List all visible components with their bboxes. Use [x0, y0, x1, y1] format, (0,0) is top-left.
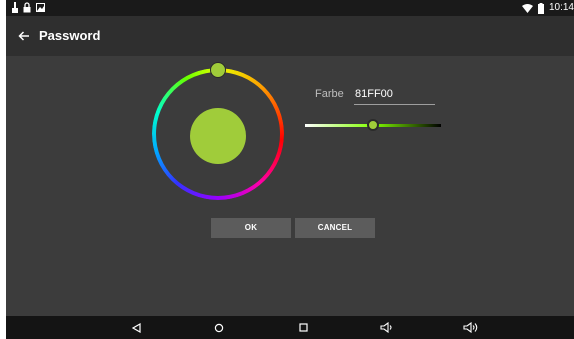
back-triangle-icon: [131, 322, 141, 333]
brightness-slider[interactable]: [305, 118, 441, 134]
arrow-left-icon: [18, 31, 29, 41]
nav-volume-down-button[interactable]: [377, 319, 397, 336]
nav-home-button[interactable]: [209, 319, 229, 336]
wheel-handle[interactable]: [210, 62, 226, 78]
slider-thumb[interactable]: [367, 119, 379, 131]
recents-square-icon: [298, 323, 308, 332]
status-time: 10:14: [548, 2, 574, 13]
home-circle-icon: [214, 323, 224, 332]
color-preview: [190, 108, 246, 164]
status-right-icons: 10:14: [521, 2, 574, 14]
status-bar: 10:14: [6, 0, 574, 16]
ok-button[interactable]: OK: [211, 218, 291, 238]
wifi-icon: [521, 3, 533, 13]
screen: 10:14 Password Farbe 81FF00 OK CANCEL: [6, 0, 574, 339]
hex-color-input[interactable]: [354, 85, 435, 105]
cancel-button[interactable]: CANCEL: [295, 218, 375, 238]
lock-icon: [23, 2, 31, 13]
status-left-icons: [12, 2, 45, 13]
color-label: Farbe: [315, 88, 344, 100]
nav-back-button[interactable]: [126, 319, 146, 336]
nav-bar: [6, 316, 574, 339]
battery-icon: [537, 2, 544, 14]
page-title: Password: [39, 28, 101, 43]
nav-recents-button[interactable]: [293, 319, 313, 336]
color-picker-dialog: Farbe OK CANCEL: [6, 56, 574, 316]
nav-volume-up-button[interactable]: [461, 319, 481, 336]
image-icon: [36, 3, 45, 12]
volume-up-icon: [462, 322, 477, 333]
app-bar: Password: [6, 16, 574, 56]
usb-icon: [12, 2, 18, 13]
back-button[interactable]: [14, 26, 34, 46]
volume-down-icon: [380, 322, 392, 333]
